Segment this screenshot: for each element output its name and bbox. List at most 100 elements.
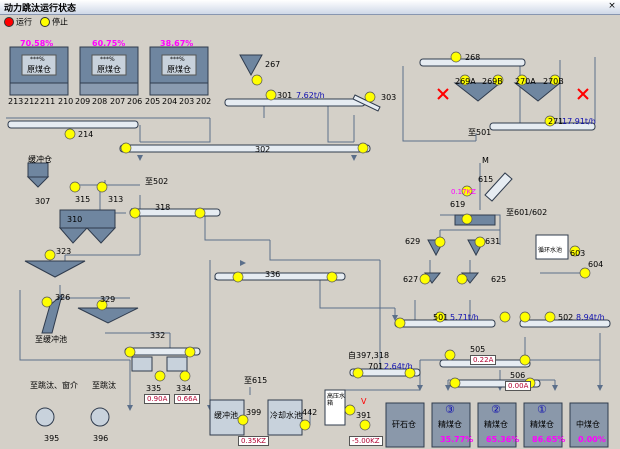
- label-to-jig2: 至跳汰: [92, 381, 116, 390]
- bin-1-stars: ***%: [30, 56, 45, 63]
- flow-arrow: [137, 155, 143, 161]
- label-318: 318: [155, 203, 171, 212]
- legend-run: 运行: [4, 17, 32, 28]
- label-396: 396: [93, 434, 109, 443]
- centrifuge: [166, 356, 188, 372]
- thickener: [77, 307, 139, 324]
- legend-run-label: 运行: [16, 17, 32, 27]
- feeder-205: 205: [145, 97, 161, 106]
- label-mid-bin: 中煤仓: [576, 420, 600, 429]
- main-window: 动力跳汰运行状态 × 运行 停止 70.58% 60.75% 38.67% **…: [0, 0, 620, 449]
- label-603: 603: [570, 249, 586, 258]
- bin-base: [149, 82, 209, 96]
- reading-271: 17.91t/h: [562, 117, 596, 126]
- feeder-213: 213: [8, 97, 24, 106]
- feeder-207: 207: [110, 97, 126, 106]
- motor-indicator: [232, 271, 244, 283]
- bin-base: [9, 82, 69, 96]
- label-701: 701: [368, 362, 384, 371]
- reading-334: 0.66A: [174, 394, 201, 404]
- cyclone-table: [454, 214, 496, 226]
- bin-3-level: 35.77%: [440, 435, 474, 444]
- label-to-buffer: 至缓冲池: [35, 335, 67, 344]
- run-indicator-icon: [4, 17, 14, 27]
- label-267: 267: [265, 60, 281, 69]
- motor-indicator: [154, 370, 166, 382]
- bin-2-level: 65.36%: [486, 435, 520, 444]
- label-n3: ③: [445, 403, 455, 416]
- label-268: 268: [465, 53, 481, 62]
- motor-indicator: [544, 311, 556, 323]
- label-399: 399: [246, 408, 262, 417]
- label-604: 604: [588, 260, 604, 269]
- conveyor-belt: [7, 120, 139, 129]
- label-clean-bin-2: 精煤仓: [484, 420, 508, 429]
- feeder-211: 211: [40, 97, 56, 106]
- reading-399: 0.35KZ: [238, 436, 269, 446]
- close-icon[interactable]: ×: [606, 1, 618, 12]
- label-303: 303: [381, 93, 397, 102]
- label-coal-bin-small: 缓冲仓: [28, 155, 52, 164]
- motor-indicator: [194, 207, 206, 219]
- reading-505: 0.22A: [470, 355, 497, 365]
- motor-indicator: [129, 207, 141, 219]
- motor-indicator: [450, 51, 462, 63]
- flow-arrow: [351, 155, 357, 161]
- label-clean-bin-3: 精煤仓: [438, 420, 462, 429]
- legend-stop: 停止: [40, 17, 68, 28]
- label-502: 502: [558, 313, 574, 322]
- label-to502: 至502: [145, 177, 169, 186]
- stop-indicator-icon: [40, 17, 50, 27]
- reading-501: 5.71t/h: [450, 313, 479, 322]
- jig-tank: [58, 227, 89, 244]
- label-buffer-pool: 缓冲池: [214, 411, 238, 420]
- hopper: [26, 176, 50, 188]
- label-307: 307: [35, 197, 51, 206]
- pump: [35, 407, 55, 427]
- motor-indicator: [120, 142, 132, 154]
- label-442: 442: [302, 408, 318, 417]
- conveyor-belt: [224, 98, 366, 107]
- label-505: 505: [470, 345, 486, 354]
- conveyor-belt: [119, 144, 371, 153]
- bin-1-percent: 70.58%: [20, 39, 54, 48]
- label-391: 391: [356, 411, 372, 420]
- label-629: 629: [405, 237, 421, 246]
- mid-bin-level: 0.00%: [578, 435, 606, 444]
- label-506: 506: [510, 371, 526, 380]
- legend-stop-label: 停止: [52, 17, 68, 27]
- pipe-line: [140, 118, 211, 143]
- motor-indicator: [326, 271, 338, 283]
- flow-arrow: [597, 385, 603, 391]
- motor-indicator: [344, 404, 356, 416]
- label-301: 301: [277, 91, 293, 100]
- label-recycle-pool: 循环水池: [538, 247, 563, 254]
- motor-indicator: [299, 419, 311, 431]
- motor-indicator: [394, 317, 406, 329]
- motor-indicator: [96, 181, 108, 193]
- motor-indicator: [419, 273, 431, 285]
- label-to-jig1: 至跳汰、窗介: [30, 381, 78, 390]
- bin-3-percent: 38.67%: [160, 39, 194, 48]
- window-title: 动力跳汰运行状态: [4, 4, 77, 14]
- label-313: 313: [108, 195, 124, 204]
- label-269b: 269B: [482, 77, 503, 86]
- feeder-208: 208: [92, 97, 108, 106]
- flow-arrow: [240, 260, 246, 266]
- motor-indicator: [44, 249, 56, 261]
- motor-indicator: [444, 349, 456, 361]
- label-323: 323: [56, 247, 72, 256]
- motor-indicator: [434, 236, 446, 248]
- title-bar: 动力跳汰运行状态 ×: [0, 0, 620, 15]
- jig-tank: [85, 227, 117, 244]
- label-to615: 至615: [244, 376, 268, 385]
- reading-502: 8.94t/h: [576, 313, 605, 322]
- label-627: 627: [403, 275, 419, 284]
- process-canvas: 运行 停止 70.58% 60.75% 38.67% ***% ***% ***…: [0, 15, 620, 449]
- label-336: 336: [265, 270, 281, 279]
- conveyor-belt: [129, 208, 221, 217]
- label-v-mark: V: [361, 397, 367, 406]
- reading-619-current: 0.17KZ: [451, 188, 476, 196]
- motor-indicator: [519, 311, 531, 323]
- reading-506: 0.00A: [505, 381, 532, 391]
